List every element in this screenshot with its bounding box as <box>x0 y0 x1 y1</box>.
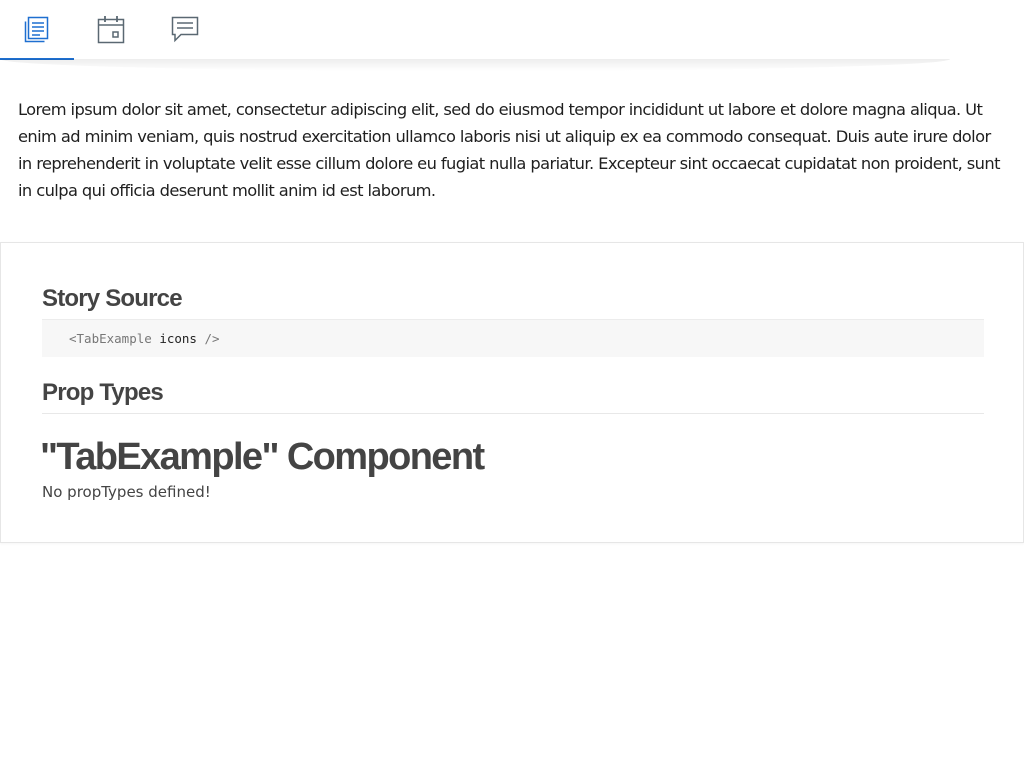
source-attr: icons <box>159 331 197 346</box>
source-tag-open: <TabExample <box>69 331 160 346</box>
tab-documents[interactable] <box>0 0 74 60</box>
tab-calendar[interactable] <box>74 0 148 60</box>
story-source-title: Story Source <box>42 285 183 312</box>
document-list-icon <box>24 16 49 43</box>
prop-types-divider <box>42 413 984 414</box>
story-source-code: <TabExample icons /> <box>69 331 220 346</box>
tab-bar <box>0 0 1024 71</box>
tab-content-text: Lorem ipsum dolor sit amet, consectetur … <box>18 100 1001 200</box>
story-info-panel: Story Source <TabExample icons /> Prop T… <box>0 242 1024 543</box>
source-tag-close: /> <box>196 331 220 346</box>
calendar-icon <box>97 16 125 44</box>
no-prop-types-message: No propTypes defined! <box>42 483 211 501</box>
story-source-code-block: <TabExample icons /> <box>42 319 984 357</box>
tab-bar-shadow <box>0 59 950 71</box>
prop-types-title: Prop Types <box>42 379 164 406</box>
tab-comments[interactable] <box>148 0 222 60</box>
component-title: "TabExample" Component <box>40 436 485 478</box>
chat-bubble-icon <box>171 16 199 43</box>
